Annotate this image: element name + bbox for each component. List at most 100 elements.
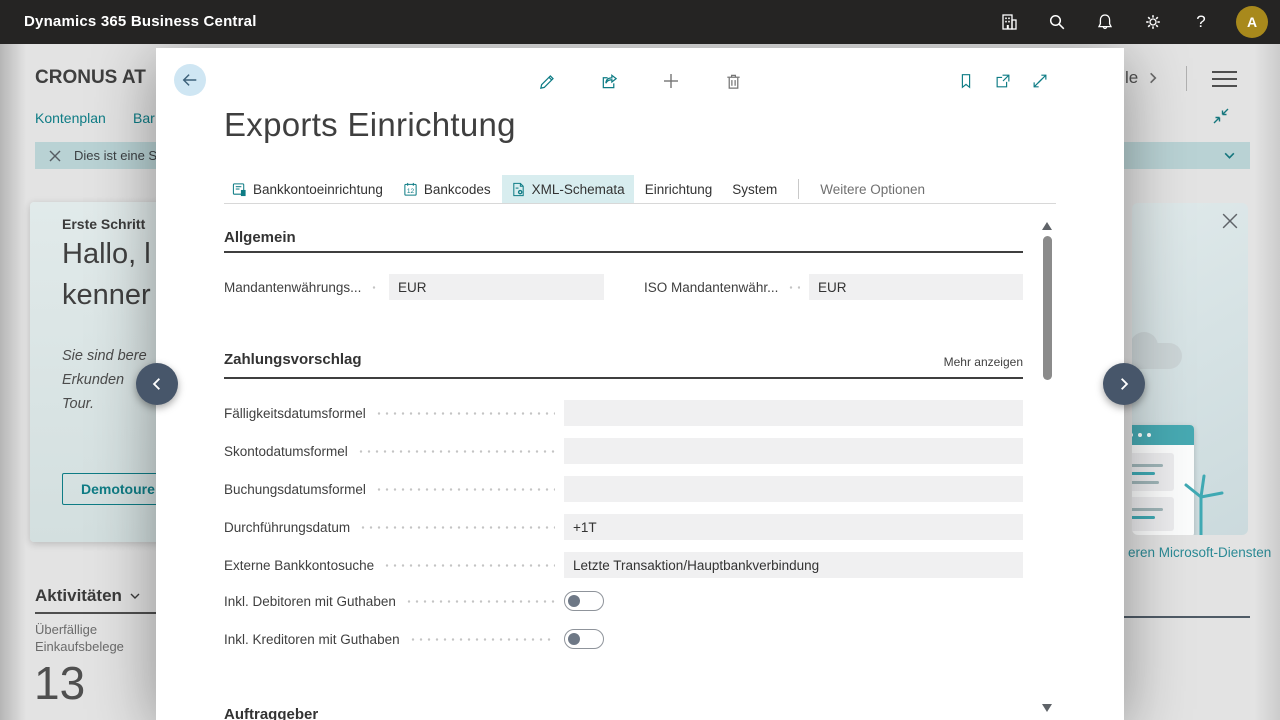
welcome-eyebrow: Erste Schritt <box>62 216 145 232</box>
svg-text:12: 12 <box>407 187 415 194</box>
chevron-left-icon <box>150 377 164 391</box>
iso-mandantenwaehrung-input[interactable] <box>809 274 1023 300</box>
add-plus-icon[interactable] <box>658 68 684 94</box>
tab-label: Bankkontoeinrichtung <box>253 182 383 197</box>
search-icon[interactable] <box>1044 9 1070 35</box>
externe-bankkontosuche-input[interactable] <box>564 552 1023 578</box>
tab-label: System <box>732 182 777 197</box>
chevron-down-icon[interactable] <box>1223 149 1236 167</box>
field-row: Fälligkeitsdatumsformel <box>224 400 1023 426</box>
mini-card <box>1132 497 1174 531</box>
nav-link-kontenplan[interactable]: Kontenplan <box>35 110 106 126</box>
welcome-body-line3: Tour. <box>62 392 147 416</box>
tab-label: Einrichtung <box>645 182 713 197</box>
welcome-body: Sie sind bere Erkunden Tour. <box>62 344 147 416</box>
kpi-value[interactable]: 13 <box>34 656 85 710</box>
skontodatumsformel-input[interactable] <box>564 438 1023 464</box>
toggle-row: Inkl. Kreditoren mit Guthaben <box>224 628 1023 650</box>
bookmark-icon[interactable] <box>953 68 979 94</box>
durchfuehrungsdatum-input[interactable] <box>564 514 1023 540</box>
company-name: CRONUS AT <box>35 67 146 89</box>
section-underline <box>1124 616 1250 618</box>
right-edge-shadow <box>1254 44 1280 720</box>
field-label: Fälligkeitsdatumsformel <box>224 406 366 421</box>
buchungsdatumsformel-input[interactable] <box>564 476 1023 502</box>
chevron-down-icon <box>129 590 141 602</box>
carousel-prev-button[interactable] <box>136 363 178 405</box>
field-label: ISO Mandantenwähr... <box>644 280 778 295</box>
exports-setup-dialog: Exports Einrichtung Bankkontoeinrichtung <box>156 48 1124 720</box>
faelligkeitsdatumsformel-input[interactable] <box>564 400 1023 426</box>
tab-system[interactable]: System <box>723 175 786 203</box>
dotted-leader <box>370 286 380 289</box>
field-label: Inkl. Debitoren mit Guthaben <box>224 594 396 609</box>
app-title: Dynamics 365 Business Central <box>24 13 257 30</box>
tab-xml-schemata[interactable]: XML-Schemata <box>502 175 634 203</box>
activities-heading-label: Aktivitäten <box>35 586 122 606</box>
inkl-kreditoren-toggle[interactable] <box>564 629 604 649</box>
menu-icon[interactable] <box>1212 71 1237 87</box>
settings-gear-icon[interactable] <box>1140 9 1166 35</box>
app-header: Dynamics 365 Business Central <box>0 0 1280 44</box>
scrollbar-down-arrow[interactable] <box>1042 704 1052 712</box>
field-label: Buchungsdatumsformel <box>224 482 366 497</box>
section-heading-auftraggeber: Auftraggeber <box>224 706 318 720</box>
close-icon[interactable] <box>49 150 61 162</box>
browser-header <box>1132 425 1194 445</box>
scrollbar-up-arrow[interactable] <box>1042 222 1052 230</box>
promo-card <box>1132 203 1248 535</box>
tab-bankkontoeinrichtung[interactable]: Bankkontoeinrichtung <box>223 175 392 203</box>
dotted-leader <box>375 412 555 415</box>
xml-schemata-icon <box>511 182 526 197</box>
bank-codes-icon: 12 <box>403 182 418 197</box>
field-label: Mandantenwährungs... <box>224 280 361 295</box>
section-heading-allgemein: Allgemein <box>224 229 296 246</box>
dialog-tabbar: Bankkontoeinrichtung 12 Bankcodes <box>223 175 934 203</box>
delete-trash-icon[interactable] <box>720 68 746 94</box>
activities-heading[interactable]: Aktivitäten <box>35 586 141 606</box>
collapse-icon[interactable] <box>1212 107 1230 130</box>
microsoft-services-link[interactable]: eren Microsoft-Diensten <box>1128 545 1271 560</box>
divider <box>1186 66 1187 91</box>
field-row: Buchungsdatumsformel <box>224 476 1023 502</box>
avatar[interactable]: A <box>1236 6 1268 38</box>
help-icon[interactable]: ? <box>1188 9 1214 35</box>
notification-text: Dies ist eine Sa <box>74 148 164 163</box>
notifications-bell-icon[interactable] <box>1092 9 1118 35</box>
bank-account-setup-icon <box>232 182 247 197</box>
share-icon[interactable] <box>596 68 622 94</box>
more-options-button[interactable]: Weitere Optionen <box>811 182 934 197</box>
field-label: Inkl. Kreditoren mit Guthaben <box>224 632 400 647</box>
tab-bankcodes[interactable]: 12 Bankcodes <box>394 175 500 203</box>
mandantenwaehrung-input[interactable] <box>389 274 604 300</box>
kpi-label: Überfällige Einkaufsbelege <box>35 621 124 655</box>
kpi-label-line2: Einkaufsbelege <box>35 638 124 655</box>
app-header-actions: ? A <box>996 5 1268 39</box>
expand-icon[interactable] <box>1027 68 1053 94</box>
inkl-debitoren-toggle[interactable] <box>564 591 604 611</box>
open-in-new-window-icon[interactable] <box>990 68 1016 94</box>
office-building-icon[interactable] <box>996 9 1022 35</box>
close-icon[interactable] <box>1222 213 1238 234</box>
tab-einrichtung[interactable]: Einrichtung <box>636 175 722 203</box>
section-underline <box>224 377 1023 379</box>
dotted-leader <box>359 526 555 529</box>
dialog-toolbar-left <box>534 68 746 94</box>
edit-pencil-icon[interactable] <box>534 68 560 94</box>
dotted-leader <box>409 638 555 641</box>
carousel-next-button[interactable] <box>1103 363 1145 405</box>
dialog-toolbar-right <box>953 68 1053 94</box>
dotted-leader <box>383 564 555 567</box>
chevron-right-icon[interactable] <box>1146 71 1160 85</box>
tab-divider <box>798 179 799 199</box>
kpi-label-line1: Überfällige <box>35 621 124 638</box>
field-label: Durchführungsdatum <box>224 520 350 535</box>
dotted-leader <box>405 600 555 603</box>
nav-link-bankkonten[interactable]: Bar <box>133 110 155 126</box>
tab-label: XML-Schemata <box>532 182 625 197</box>
mini-card <box>1132 453 1174 491</box>
back-button[interactable] <box>174 64 206 96</box>
show-more-link[interactable]: Mehr anzeigen <box>943 355 1023 369</box>
welcome-heading-line1: Hallo, l <box>62 234 151 275</box>
scrollbar-thumb[interactable] <box>1043 236 1052 380</box>
